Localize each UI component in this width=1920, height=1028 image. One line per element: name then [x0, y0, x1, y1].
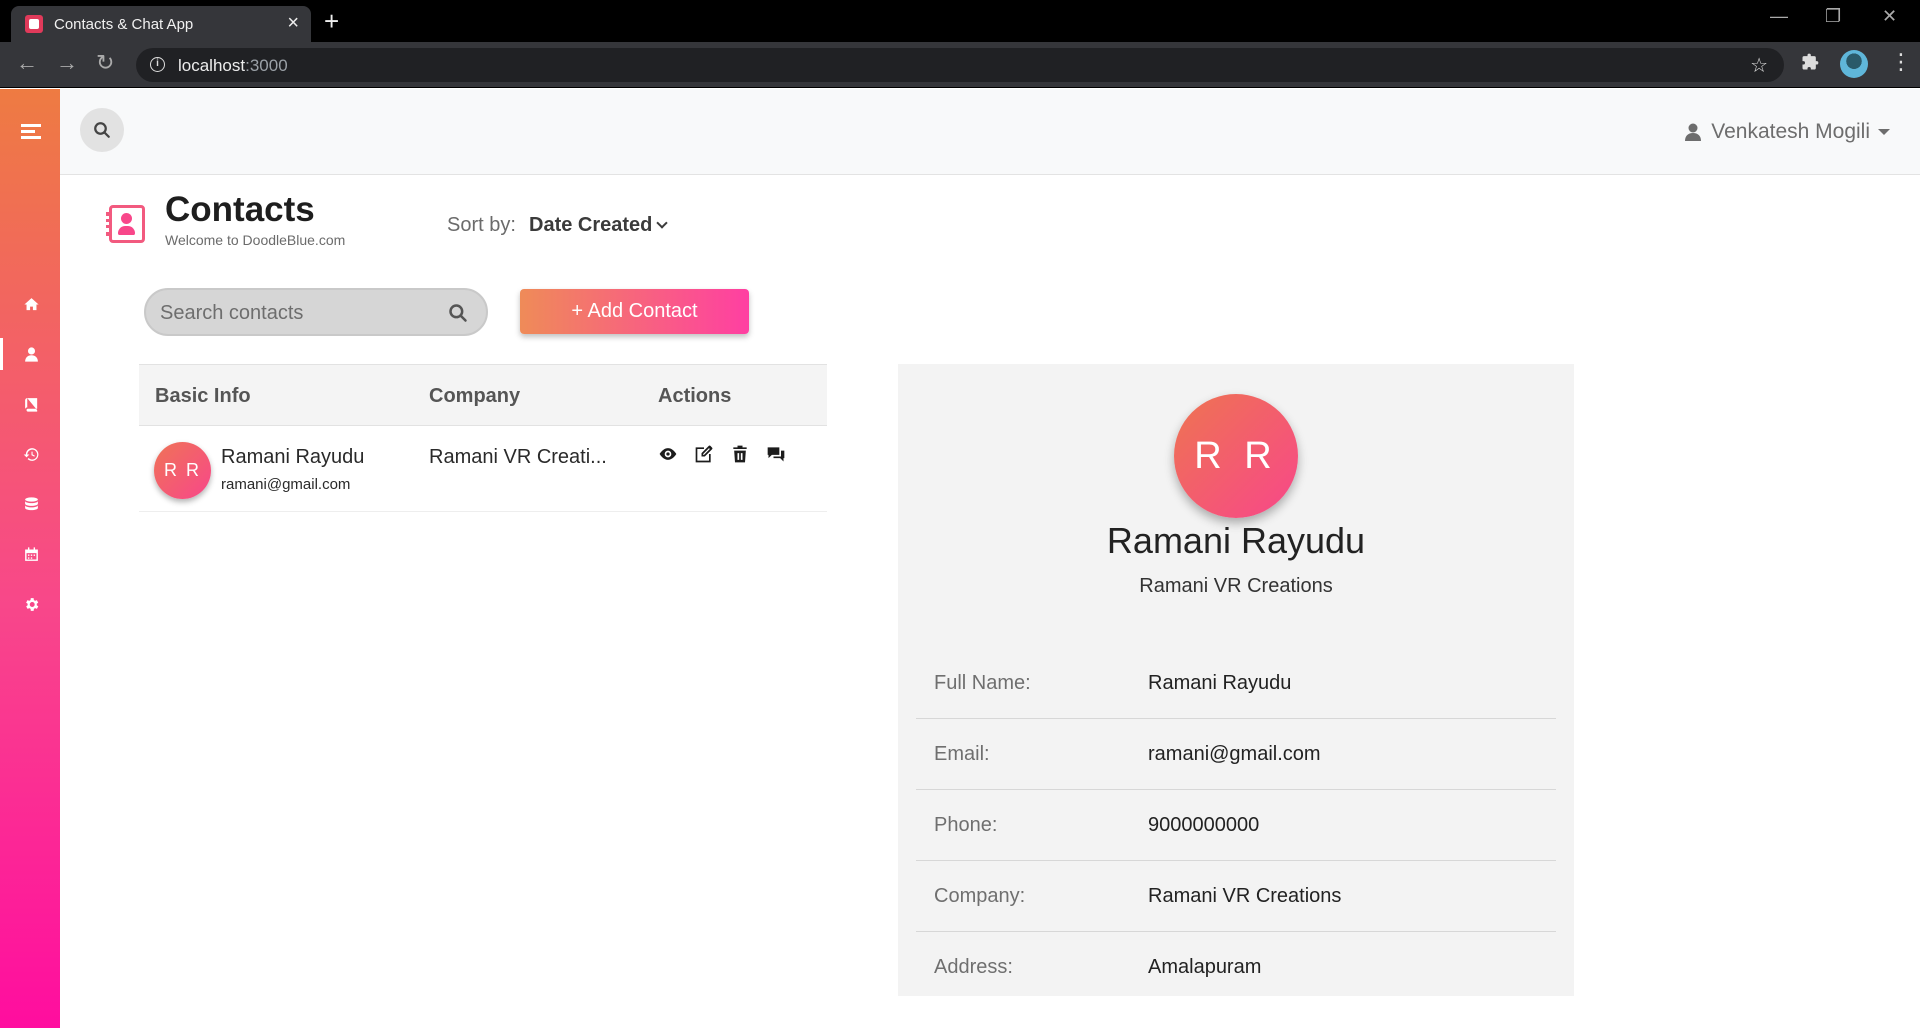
detail-label: Address:: [934, 956, 1013, 978]
chat-icon[interactable]: [766, 444, 786, 464]
sidebar-item-history[interactable]: [0, 432, 60, 476]
contacts-table: Basic Info Company Actions R R Ramani Ra…: [139, 364, 827, 512]
add-contact-button[interactable]: + Add Contact: [520, 289, 749, 334]
user-name: Venkatesh Mogili: [1711, 120, 1870, 143]
eye-icon[interactable]: [658, 444, 678, 464]
detail-label: Phone:: [934, 814, 998, 836]
contacts-book-icon: [109, 205, 145, 243]
app-favicon-icon: [25, 15, 43, 33]
close-window-icon[interactable]: ✕: [1882, 6, 1897, 27]
contact-email: ramani@gmail.com: [221, 476, 351, 493]
global-search-button[interactable]: [80, 108, 124, 152]
detail-label: Full Name:: [934, 672, 1031, 694]
sidebar-item-settings[interactable]: [0, 582, 60, 626]
reload-icon[interactable]: ↻: [96, 52, 114, 74]
contact-company: Ramani VR Creati...: [429, 446, 607, 468]
chevron-down-icon: [656, 217, 669, 229]
sort-dropdown[interactable]: Date Created: [529, 214, 669, 237]
contact-name: Ramani Rayudu: [221, 446, 365, 468]
detail-row-full-name: Full Name: Ramani Rayudu: [916, 648, 1556, 719]
bookmark-star-icon[interactable]: ☆: [1750, 53, 1768, 78]
chevron-down-icon: [1878, 129, 1890, 135]
user-icon: [1685, 123, 1702, 141]
sidebar-item-home[interactable]: [0, 282, 60, 326]
detail-avatar: R R: [1174, 394, 1298, 518]
database-icon: [25, 497, 38, 511]
sort-label: Sort by:: [447, 214, 516, 236]
browser-menu-icon[interactable]: ⋮: [1890, 50, 1912, 74]
forward-icon[interactable]: →: [56, 52, 78, 74]
url-text: localhost:3000: [178, 56, 288, 75]
detail-company: Ramani VR Creations: [1139, 575, 1333, 597]
contact-detail-card: R R Ramani Rayudu Ramani VR Creations Fu…: [898, 364, 1574, 996]
browser-profile-avatar[interactable]: [1840, 50, 1868, 78]
menu-toggle-icon[interactable]: [21, 124, 41, 142]
tab-title: Contacts & Chat App: [54, 16, 194, 33]
sort-value: Date Created: [529, 214, 653, 236]
trash-icon[interactable]: [730, 444, 750, 464]
browser-toolbar: ← → ↻ i localhost:3000 ☆ ⋮: [0, 42, 1920, 88]
detail-value: Ramani Rayudu: [1148, 672, 1292, 694]
calendar-icon: [25, 547, 38, 561]
address-bar[interactable]: i localhost:3000 ☆: [136, 48, 1784, 82]
column-company: Company: [429, 385, 521, 407]
search-icon: [94, 122, 110, 138]
app-header: Venkatesh Mogili: [60, 89, 1920, 175]
search-icon[interactable]: [448, 303, 468, 323]
home-icon: [24, 298, 39, 311]
row-actions: [658, 444, 786, 464]
table-header: Basic Info Company Actions: [139, 364, 827, 426]
user-icon: [25, 347, 38, 362]
detail-value: ramani@gmail.com: [1148, 743, 1321, 765]
detail-value: Ramani VR Creations: [1148, 885, 1342, 907]
user-menu[interactable]: Venkatesh Mogili: [1685, 120, 1890, 144]
sidebar-item-calendar[interactable]: [0, 532, 60, 576]
sidebar: [0, 89, 60, 1028]
history-icon: [23, 448, 39, 461]
detail-value: Amalapuram: [1148, 956, 1262, 978]
detail-value: 9000000000: [1148, 814, 1260, 836]
table-row[interactable]: R R Ramani Rayudu ramani@gmail.com Raman…: [139, 426, 827, 512]
gear-icon: [26, 598, 39, 611]
avatar: R R: [154, 442, 211, 499]
book-icon: [25, 398, 38, 412]
detail-row-email: Email: ramani@gmail.com: [916, 719, 1556, 790]
page-title: Contacts: [165, 190, 315, 229]
sidebar-item-database[interactable]: [0, 482, 60, 526]
close-tab-icon[interactable]: ×: [287, 12, 299, 34]
sidebar-item-book[interactable]: [0, 382, 60, 426]
detail-row-phone: Phone: 9000000000: [916, 790, 1556, 861]
detail-row-company: Company: Ramani VR Creations: [916, 861, 1556, 932]
info-icon[interactable]: i: [150, 57, 165, 72]
browser-tab[interactable]: Contacts & Chat App ×: [11, 6, 311, 42]
browser-tabbar: Contacts & Chat App × + — ❐ ✕: [0, 0, 1920, 42]
sidebar-item-contacts[interactable]: [0, 332, 60, 376]
detail-name: Ramani Rayudu: [1106, 520, 1366, 561]
detail-label: Company:: [934, 885, 1026, 907]
back-icon[interactable]: ←: [16, 52, 38, 74]
detail-fields: Full Name: Ramani Rayudu Email: ramani@g…: [916, 648, 1556, 1003]
edit-icon[interactable]: [694, 444, 714, 464]
extensions-icon[interactable]: [1800, 52, 1820, 72]
minimize-icon[interactable]: —: [1770, 6, 1788, 27]
search-input[interactable]: [160, 300, 430, 326]
column-actions: Actions: [658, 385, 732, 407]
new-tab-icon[interactable]: +: [324, 8, 339, 34]
detail-label: Email:: [934, 743, 990, 765]
column-basic-info: Basic Info: [155, 385, 251, 407]
restore-icon[interactable]: ❐: [1825, 6, 1841, 27]
detail-row-address: Address: Amalapuram: [916, 932, 1556, 1003]
page-subtitle: Welcome to DoodleBlue.com: [165, 232, 346, 248]
contact-search: [144, 288, 488, 336]
